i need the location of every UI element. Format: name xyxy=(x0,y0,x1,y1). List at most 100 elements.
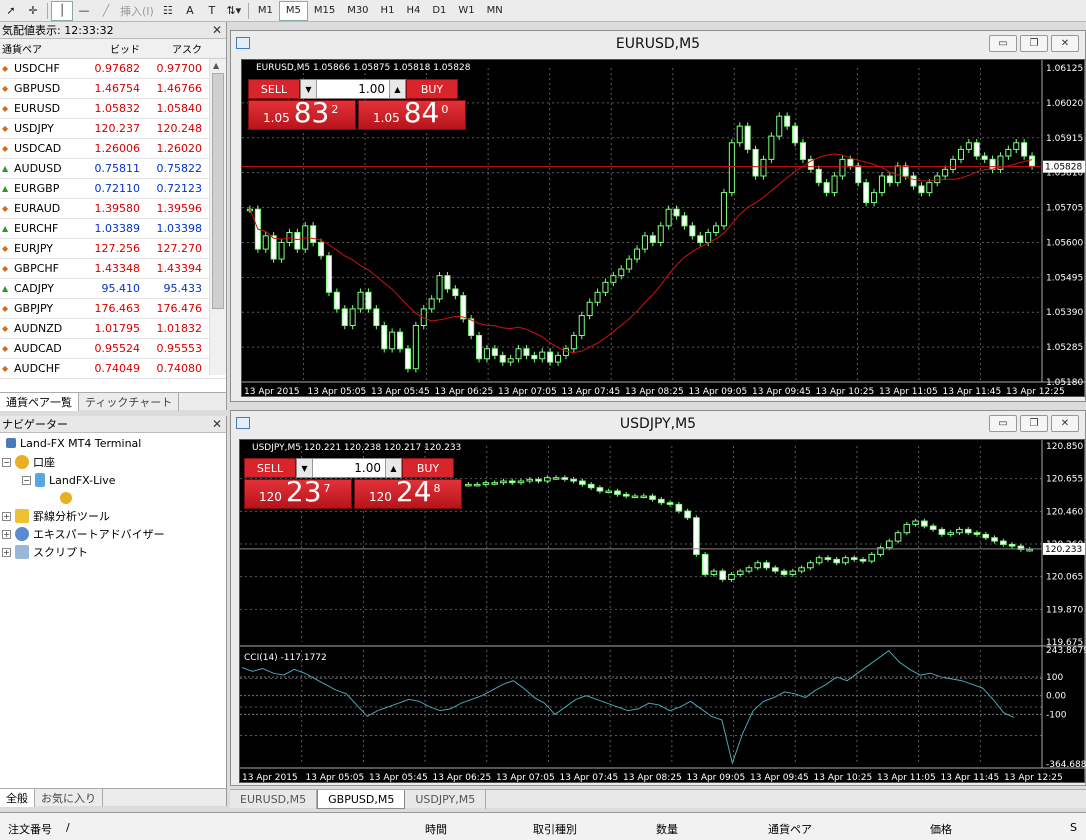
sell-button[interactable]: SELL xyxy=(248,79,300,99)
nav-indicators[interactable]: + 罫線分析ツール xyxy=(2,507,110,525)
timeframe-m1[interactable]: M1 xyxy=(252,1,279,21)
expand-icon[interactable]: + xyxy=(2,511,11,521)
candle-body xyxy=(1013,142,1020,150)
expand-icon[interactable]: + xyxy=(2,529,11,539)
minimize-icon[interactable]: ▭ xyxy=(989,35,1017,52)
market-watch-row[interactable]: ▲ EURGBP 0.72110 0.72123 xyxy=(0,179,226,199)
chart-area-usdjpy[interactable]: 120.850120.655120.460120.260120.065119.8… xyxy=(239,439,1086,783)
nav-scripts[interactable]: + スクリプト xyxy=(2,543,88,561)
close-icon[interactable]: ✕ xyxy=(212,23,222,37)
chart-tab-eurusd[interactable]: EURUSD,M5 xyxy=(230,790,318,809)
lot-input[interactable]: 1.00 xyxy=(313,459,385,477)
sell-price-box[interactable]: 1.05 83 2 xyxy=(248,99,356,130)
col-price-header[interactable]: 価格 xyxy=(930,821,952,837)
nav-account-user[interactable] xyxy=(60,489,72,507)
candle-body xyxy=(465,483,472,487)
timeframe-h4[interactable]: H4 xyxy=(400,1,426,21)
close-icon[interactable]: ✕ xyxy=(1051,415,1079,432)
tab-symbols[interactable]: 通貨ペア一覧 xyxy=(0,393,79,411)
col-symbol-header[interactable]: 通貨ペア xyxy=(0,41,86,56)
nav-accounts[interactable]: − 口座 xyxy=(2,453,55,471)
candle-body xyxy=(649,235,656,243)
market-watch-row[interactable]: ▲ AUDUSD 0.75811 0.75822 xyxy=(0,159,226,179)
timeframe-d1[interactable]: D1 xyxy=(426,1,452,21)
sort-icon[interactable]: / xyxy=(66,821,70,834)
nav-experts[interactable]: + エキスパートアドバイザー xyxy=(2,525,165,543)
timeframe-w1[interactable]: W1 xyxy=(452,1,480,21)
grid-tool-icon[interactable]: ☷ xyxy=(157,1,179,21)
chart-area-eurusd[interactable]: 1.06125 1.06020 1.05915 1.05810 1.05705 1.056… xyxy=(241,59,1086,397)
collapse-icon[interactable]: − xyxy=(22,475,31,485)
text-tool-icon[interactable]: A xyxy=(179,1,201,21)
col-order-header[interactable]: 注文番号 xyxy=(8,821,52,837)
timeframe-h1[interactable]: H1 xyxy=(375,1,401,21)
market-watch-row[interactable]: ◆ EURJPY 127.256 127.270 xyxy=(0,239,226,259)
minimize-icon[interactable]: ▭ xyxy=(989,415,1017,432)
scroll-thumb[interactable] xyxy=(212,73,224,309)
market-watch-row[interactable]: ◆ AUDCHF 0.74049 0.74080 xyxy=(0,359,226,379)
col-type-header[interactable]: 取引種別 xyxy=(533,821,577,837)
symbol-name: EURUSD xyxy=(14,102,61,115)
lot-up-icon[interactable]: ▲ xyxy=(389,80,405,98)
close-icon[interactable]: ✕ xyxy=(212,417,222,431)
nav-accounts-label: 口座 xyxy=(33,456,55,469)
col-symbol-header[interactable]: 通貨ペア xyxy=(768,821,812,837)
market-watch-row[interactable]: ◆ AUDNZD 1.01795 1.01832 xyxy=(0,319,226,339)
close-icon[interactable]: ✕ xyxy=(1051,35,1079,52)
timeframe-mn[interactable]: MN xyxy=(481,1,509,21)
market-watch-row[interactable]: ◆ USDCAD 1.26006 1.26020 xyxy=(0,139,226,159)
market-watch-row[interactable]: ▲ EURCHF 1.03389 1.03398 xyxy=(0,219,226,239)
horizontal-line-icon[interactable]: — xyxy=(73,1,95,21)
market-watch-row[interactable]: ◆ USDJPY 120.237 120.248 xyxy=(0,119,226,139)
col-time-header[interactable]: 時間 xyxy=(425,821,447,837)
market-watch-row[interactable]: ◆ GBPJPY 176.463 176.476 xyxy=(0,299,226,319)
tab-general[interactable]: 全般 xyxy=(0,789,35,807)
scripts-icon xyxy=(15,545,29,559)
market-watch-row[interactable]: ◆ USDCHF 0.97682 0.97700 xyxy=(0,59,226,79)
col-qty-header[interactable]: 数量 xyxy=(656,821,678,837)
expand-icon[interactable]: + xyxy=(2,547,11,557)
chart-tab-usdjpy[interactable]: USDJPY,M5 xyxy=(405,790,487,809)
buy-price-box[interactable]: 1.05 84 0 xyxy=(358,99,466,130)
restore-icon[interactable]: ❐ xyxy=(1020,35,1048,52)
chart-tab-gbpusd[interactable]: GBPUSD,M5 xyxy=(317,790,406,809)
buy-price-box[interactable]: 120 24 8 xyxy=(354,478,462,509)
market-watch-row[interactable]: ◆ EURAUD 1.39580 1.39596 xyxy=(0,199,226,219)
tab-favorites[interactable]: お気に入り xyxy=(35,789,103,807)
arrows-tool-icon[interactable]: ⇅▾ xyxy=(223,1,245,21)
market-watch-row[interactable]: ◆ EURUSD 1.05832 1.05840 xyxy=(0,99,226,119)
restore-icon[interactable]: ❐ xyxy=(1020,415,1048,432)
nav-account-live[interactable]: − LandFX-Live xyxy=(22,471,116,489)
col-bid-header[interactable]: ビッド xyxy=(86,41,144,56)
col-s-header[interactable]: S xyxy=(1070,821,1077,834)
navigator-title-bar: ナビゲーター ✕ xyxy=(0,416,226,433)
text-label-tool-icon[interactable]: T xyxy=(201,1,223,21)
timeframe-m5[interactable]: M5 xyxy=(278,0,308,21)
market-watch-row[interactable]: ◆ GBPUSD 1.46754 1.46766 xyxy=(0,79,226,99)
candle-body xyxy=(602,281,609,293)
tab-tick-chart[interactable]: ティックチャート xyxy=(79,393,180,411)
insert-menu[interactable]: 挿入(I) xyxy=(117,1,157,21)
cursor-icon[interactable]: ➚ xyxy=(0,1,22,21)
collapse-icon[interactable]: − xyxy=(2,457,11,467)
col-ask-header[interactable]: アスク xyxy=(144,41,206,56)
timeframe-m15[interactable]: M15 xyxy=(308,1,341,21)
market-watch-row[interactable]: ◆ AUDCAD 0.95524 0.95553 xyxy=(0,339,226,359)
nav-indicators-label: 罫線分析ツール xyxy=(33,510,110,523)
vertical-line-icon[interactable]: │ xyxy=(51,0,73,21)
candle-body xyxy=(780,570,788,575)
market-watch-row[interactable]: ◆ GBPCHF 1.43348 1.43394 xyxy=(0,259,226,279)
scroll-up-icon[interactable]: ▲ xyxy=(213,61,219,70)
market-watch-scrollbar[interactable]: ▲ xyxy=(209,59,226,375)
candle-body xyxy=(792,125,799,144)
nav-root[interactable]: Land-FX MT4 Terminal xyxy=(6,434,141,452)
candle-body xyxy=(799,142,806,160)
symbol-name: USDCAD xyxy=(14,142,62,155)
market-watch-row[interactable]: ▲ CADJPY 95.410 95.433 xyxy=(0,279,226,299)
crosshair-icon[interactable]: ✛ xyxy=(22,1,44,21)
candle-body xyxy=(929,525,937,530)
trendline-icon[interactable]: ╱ xyxy=(95,1,117,21)
chart-info-line: EURUSD,M5 1.05866 1.05875 1.05818 1.0582… xyxy=(256,63,471,73)
timeframe-m30[interactable]: M30 xyxy=(341,1,374,21)
sell-price-box[interactable]: 120 23 7 xyxy=(244,478,352,509)
